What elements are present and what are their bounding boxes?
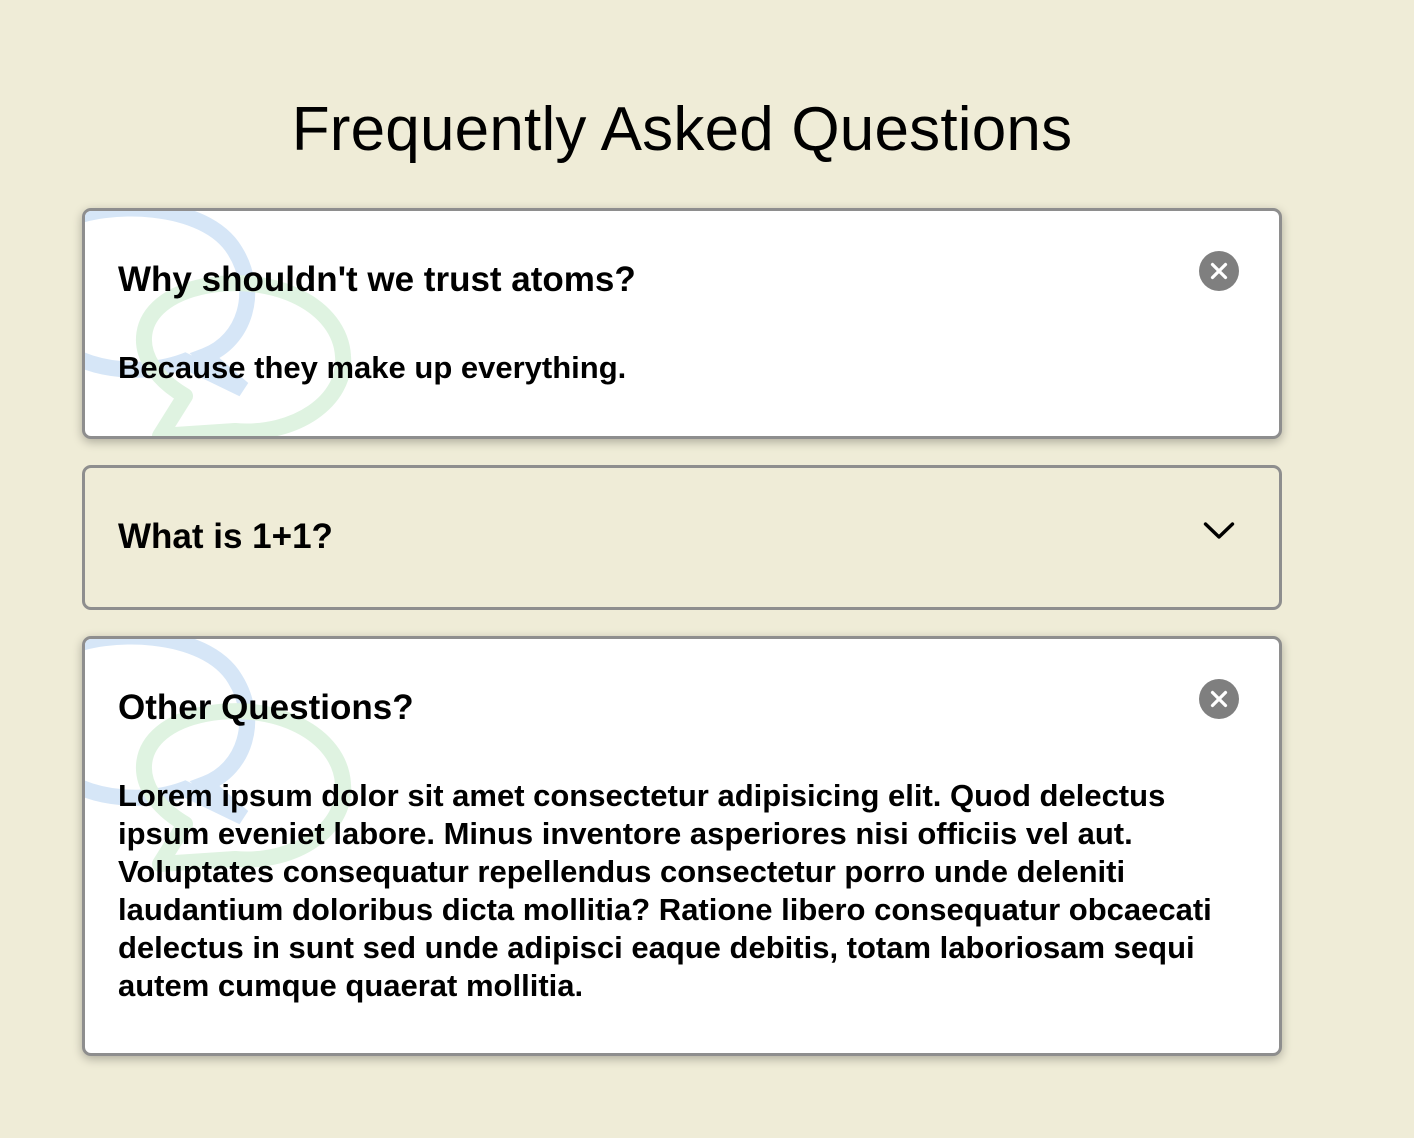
- faq-question[interactable]: Other Questions?: [118, 688, 414, 728]
- close-icon: [1210, 262, 1228, 280]
- faq-item: Why shouldn't we trust atoms? Because th…: [82, 208, 1282, 439]
- page-title: Frequently Asked Questions: [291, 95, 1073, 164]
- close-button[interactable]: [1199, 679, 1239, 719]
- faq-item: Other Questions? Lorem ipsum dolor sit a…: [82, 636, 1282, 1056]
- faq-question[interactable]: Why shouldn't we trust atoms?: [118, 260, 636, 300]
- chat-bubbles-icon: [85, 211, 352, 436]
- faq-list: Why shouldn't we trust atoms? Because th…: [82, 208, 1282, 1056]
- faq-answer: Because they make up everything.: [118, 350, 627, 385]
- faq-item: What is 1+1?: [82, 465, 1282, 610]
- close-button[interactable]: [1199, 251, 1239, 291]
- faq-answer: Lorem ipsum dolor sit amet consectetur a…: [118, 778, 1212, 1003]
- expand-button[interactable]: [1199, 512, 1239, 552]
- chevron-down-icon: [1203, 522, 1235, 539]
- faq-question[interactable]: What is 1+1?: [118, 517, 333, 557]
- close-icon: [1210, 690, 1228, 708]
